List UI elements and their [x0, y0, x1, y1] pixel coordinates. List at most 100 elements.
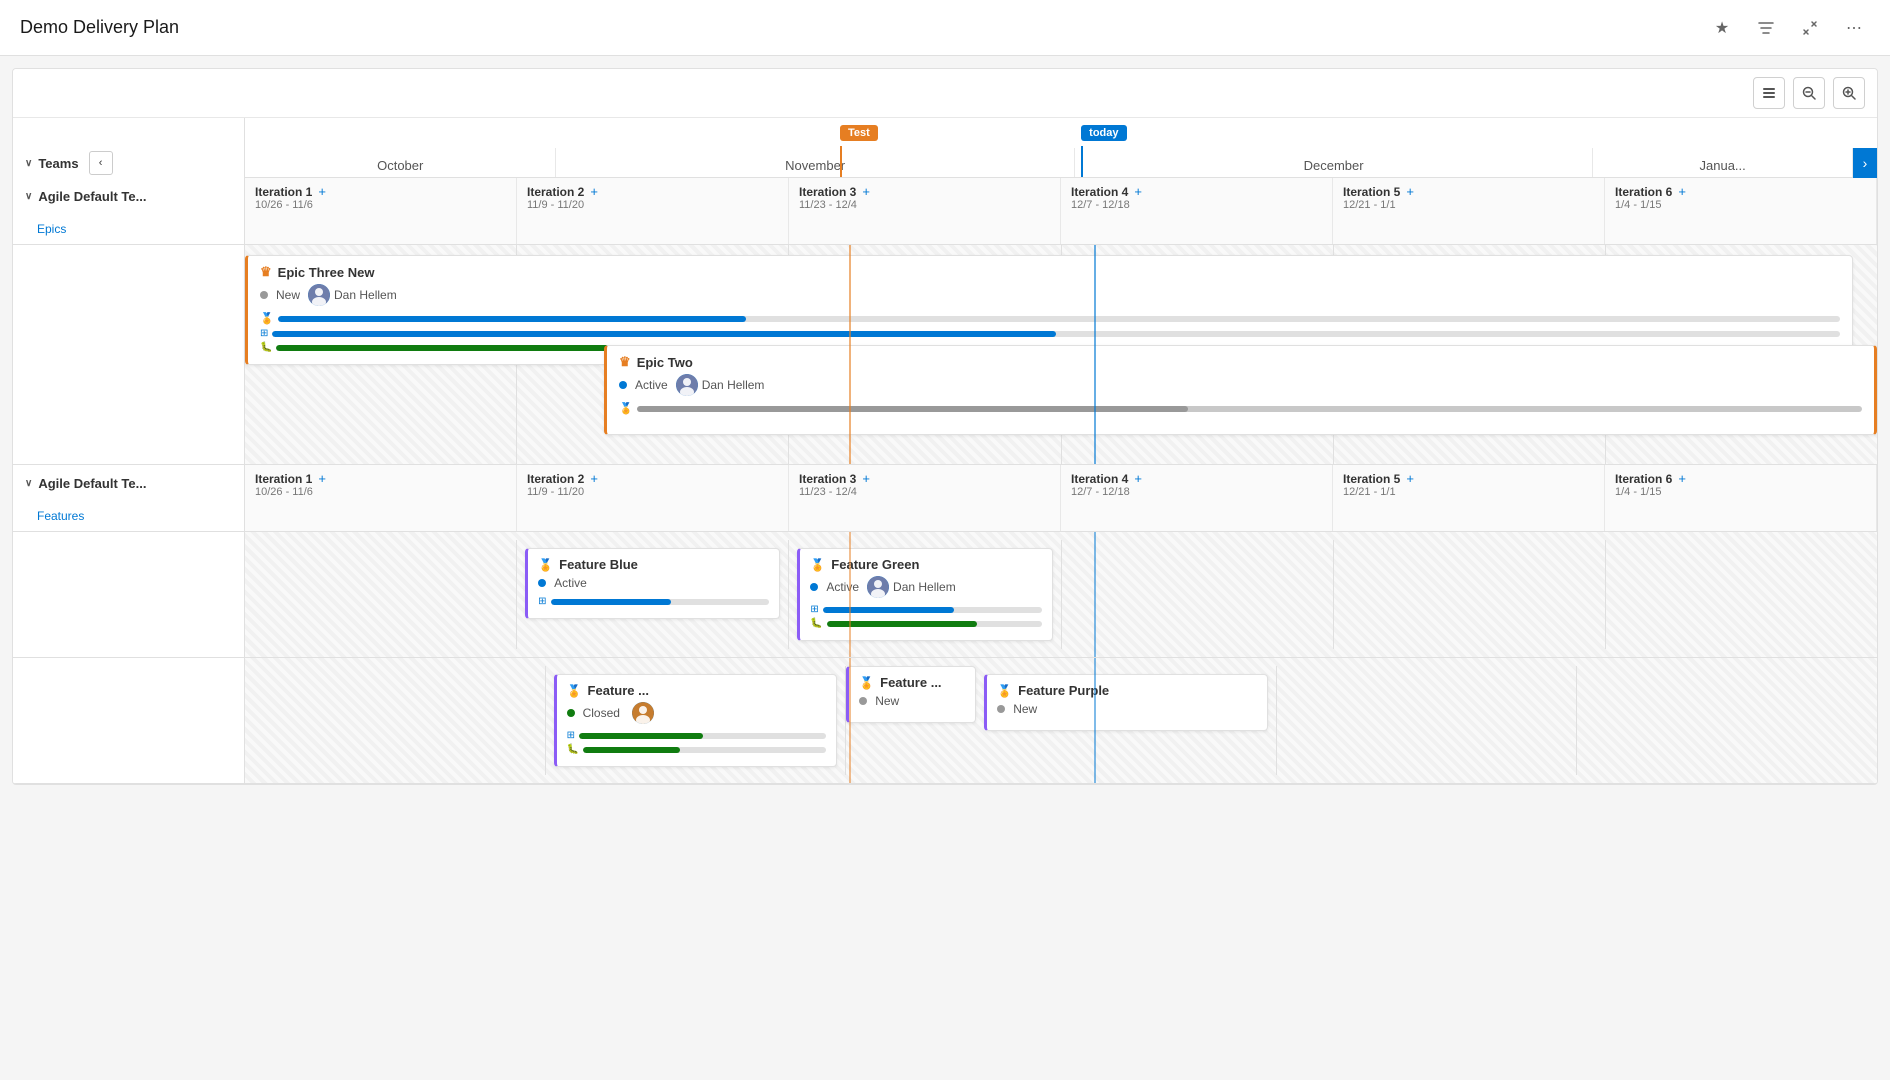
- crown-icon-e2: ♛: [619, 354, 631, 370]
- stack-icon-fg: ⊞: [810, 604, 818, 615]
- feature-green-bar2: 🐛: [810, 618, 1041, 629]
- plan-container: Test today ∨ Teams ‹ October: [12, 68, 1878, 785]
- team2-col5-r2: [1577, 666, 1877, 775]
- team2-iter3-add-button[interactable]: +: [862, 471, 870, 486]
- team1-iter4-add-button[interactable]: +: [1134, 184, 1142, 199]
- team1-epics-left: [13, 245, 245, 464]
- team1-epics-link[interactable]: Epics: [13, 214, 244, 244]
- feature-green-assignee-name: Dan Hellem: [893, 580, 956, 594]
- feature-new-status-row: New: [859, 694, 965, 708]
- team2-iter2-add-button[interactable]: +: [590, 471, 598, 486]
- progress-track-e2-1: [637, 406, 1862, 412]
- feature-green-card[interactable]: 🏅 Feature Green Active: [797, 548, 1052, 641]
- teams-label: Teams: [38, 156, 78, 171]
- status-dot-e2: [619, 381, 627, 389]
- team2-iter1-add-button[interactable]: +: [318, 471, 326, 486]
- test-v-line-r2: [849, 658, 851, 783]
- trophy-icon-fn: 🏅: [859, 676, 874, 690]
- filter-button[interactable]: [1750, 12, 1782, 44]
- zoom-in-button[interactable]: [1833, 77, 1865, 109]
- chevron-down-icon-t1: ∨: [25, 191, 32, 202]
- progress-fill-e2-1: [637, 406, 1188, 412]
- team2-col4-r1: [1062, 540, 1334, 649]
- bug-icon-e3: 🐛: [260, 342, 272, 353]
- status-dot-fn: [859, 697, 867, 705]
- toolbar: [13, 69, 1877, 118]
- bug-icon-fc: 🐛: [567, 744, 579, 755]
- team1-iter5: Iteration 5 + 12/21 - 1/1: [1333, 178, 1605, 244]
- collapse-rows-button[interactable]: [1753, 77, 1785, 109]
- epic-two-bars: 🏅: [619, 402, 1862, 415]
- team2-left-header: ∨ Agile Default Te... Features: [13, 465, 245, 531]
- epic-two-status: Active: [635, 378, 668, 392]
- team2-features-gantt-r2: 🏅 Feature ... Closed: [245, 658, 1877, 783]
- team2-iter-cols: Iteration 1 + 10/26 - 11/6 Iteration 2 +…: [245, 465, 1877, 531]
- team2-features-left: [13, 532, 245, 657]
- team2-name: Agile Default Te...: [38, 476, 146, 491]
- feature-blue-title-row: 🏅 Feature Blue: [538, 557, 769, 572]
- team2-col3-r1: 🏅 Feature Green Active: [789, 540, 1061, 649]
- more-button[interactable]: ⋯: [1838, 12, 1870, 44]
- team2-col1-r2: [245, 666, 546, 775]
- team2-iter6-add-button[interactable]: +: [1678, 471, 1686, 486]
- today-v-line: [1094, 245, 1096, 464]
- test-v-line-r1: [849, 532, 851, 657]
- feature-green-title-row: 🏅 Feature Green: [810, 557, 1041, 572]
- team1-iter3-add-button[interactable]: +: [862, 184, 870, 199]
- progress-track-e3-2: [272, 331, 1840, 337]
- star-button[interactable]: ★: [1706, 12, 1738, 44]
- trophy-icon-e2: 🏅: [619, 402, 633, 415]
- team1-epics-gantt: ♛ Epic Three New New: [245, 245, 1877, 464]
- progress-fill-e3-1: [278, 316, 747, 322]
- team2-iter4: Iteration 4 + 12/7 - 12/18: [1061, 465, 1333, 531]
- progress-fill-fc1: [579, 733, 703, 739]
- nav-next-button[interactable]: ›: [1853, 148, 1877, 178]
- status-dot-e3: [260, 291, 268, 299]
- team2-iter5: Iteration 5 + 12/21 - 1/1: [1333, 465, 1605, 531]
- team1-iter1-add-button[interactable]: +: [318, 184, 326, 199]
- feature-green-status-row: Active Dan Helle: [810, 576, 1041, 598]
- test-line: [840, 146, 842, 178]
- team2-name-row[interactable]: ∨ Agile Default Te...: [13, 465, 244, 501]
- team2-features-row1: 🏅 Feature Blue Active ⊞: [13, 532, 1877, 658]
- team2-features-gantt-r1: 🏅 Feature Blue Active ⊞: [245, 532, 1877, 657]
- status-dot-fb: [538, 579, 546, 587]
- team2-iter4-add-button[interactable]: +: [1134, 471, 1142, 486]
- team2-col-mid-r2: 🏅 Feature ... New: [846, 666, 976, 775]
- progress-track-fb: [551, 599, 770, 605]
- trophy-icon-fc: 🏅: [567, 684, 582, 698]
- epic-three-title: Epic Three New: [278, 265, 375, 280]
- progress-fill-fb: [551, 599, 671, 605]
- zoom-out-button[interactable]: [1793, 77, 1825, 109]
- trophy-icon-fg: 🏅: [810, 558, 825, 572]
- team2-section: ∨ Agile Default Te... Features Iteration…: [13, 465, 1877, 784]
- months-row: October November December Janua...: [245, 118, 1853, 178]
- collapse-button[interactable]: [1794, 12, 1826, 44]
- team1-iter6-add-button[interactable]: +: [1678, 184, 1686, 199]
- epic-three-bar1: 🏅: [260, 312, 1840, 325]
- epic-three-status: New: [276, 288, 300, 302]
- team2-iter5-add-button[interactable]: +: [1406, 471, 1414, 486]
- team1-iter2-add-button[interactable]: +: [590, 184, 598, 199]
- team2-features-link[interactable]: Features: [13, 501, 244, 531]
- top-bar-actions: ★ ⋯: [1706, 12, 1870, 44]
- nav-prev-button[interactable]: ‹: [89, 151, 113, 175]
- team1-name-row[interactable]: ∨ Agile Default Te...: [13, 178, 244, 214]
- feature-blue-card[interactable]: 🏅 Feature Blue Active ⊞: [525, 548, 780, 619]
- stack-icon-e3: ⊞: [260, 328, 268, 339]
- team1-iter1: Iteration 1 + 10/26 - 11/6: [245, 178, 517, 244]
- team2-col3-r2: 🏅 Feature Purple New: [976, 666, 1277, 775]
- feature-purple-card[interactable]: 🏅 Feature Purple New: [984, 674, 1268, 731]
- feature-new-card[interactable]: 🏅 Feature ... New: [846, 666, 976, 723]
- team2-iter1: Iteration 1 + 10/26 - 11/6: [245, 465, 517, 531]
- feature-green-status: Active: [826, 580, 859, 594]
- team2-col6-r1: [1606, 540, 1877, 649]
- feature-closed-bars: ⊞ 🐛: [567, 730, 827, 755]
- feature-new-status: New: [875, 694, 899, 708]
- epic-two-status-row: Active Dan Hellem: [619, 374, 1862, 396]
- team1-iter5-add-button[interactable]: +: [1406, 184, 1414, 199]
- feature-closed-card[interactable]: 🏅 Feature ... Closed: [554, 674, 838, 767]
- epic-two-card[interactable]: ♛ Epic Two Active: [604, 345, 1877, 435]
- feature-closed-title-row: 🏅 Feature ...: [567, 683, 827, 698]
- progress-fill-fg1: [823, 607, 954, 613]
